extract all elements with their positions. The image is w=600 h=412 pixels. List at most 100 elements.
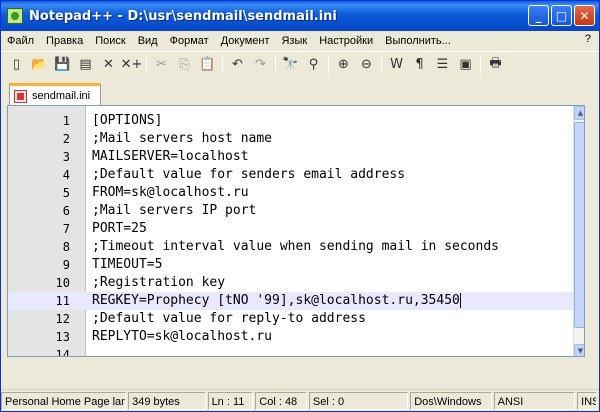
line-text: ;Mail servers host name [92,131,273,146]
status-bar: Personal Home Page lang 349 bytes Ln : 1… [1,389,599,411]
code-line[interactable]: 6 ;Mail servers IP port [8,202,584,220]
word-wrap-icon[interactable]: W [385,54,408,76]
window-title: Notepad++ - D:\usr\sendmail\sendmail.ini [29,8,337,24]
editor-lines: 1 [OPTIONS] 2 ;Mail servers host name 3 MAI… [8,112,584,357]
toolbar-separator [275,55,276,74]
menu-bar: Файл Правка Поиск Вид Формат Документ Яз… [1,31,599,50]
line-text: FROM=sk@localhost.ru [92,185,249,200]
code-line[interactable]: 9 TIMEOUT=5 [8,256,584,274]
menu-search[interactable]: Поиск [89,35,131,47]
line-text: TIMEOUT=5 [92,257,163,272]
menu-edit[interactable]: Правка [40,35,89,47]
toolbar: ▯ 📂 💾 ▤ ✕ ✕+ ✂ ⎘ 📋 ↶ ↷ 🔭 ⚲ ⊕ ⊖ W ¶ ☰ ▣ 🖶 [1,51,599,77]
menu-help[interactable]: ? [585,33,591,45]
line-number: 5 [62,186,70,200]
code-line[interactable]: 8 ;Timeout interval value when sending ma… [8,238,584,256]
status-encoding: ANSI [493,391,576,410]
undo-icon[interactable]: ↶ [226,54,249,76]
indent-guide-icon[interactable]: ☰ [431,54,454,76]
new-file-icon[interactable]: ▯ [5,54,28,76]
menu-language[interactable]: Язык [275,35,313,47]
line-number: 2 [62,132,70,146]
line-number: 14 [55,348,70,357]
redo-icon[interactable]: ↷ [249,54,272,76]
line-text: REPLYTO=sk@localhost.ru [92,329,273,344]
line-number: 8 [62,240,70,254]
save-icon[interactable]: 💾 [51,54,74,76]
minimize-button[interactable]: _ [528,5,549,26]
line-text: ;Default value for reply-to address [92,311,366,326]
zoom-in-icon[interactable]: ⊕ [332,54,355,76]
code-line[interactable]: 3 MAILSERVER=localhost [8,148,584,166]
status-eol-format: Dos\Windows [410,391,492,410]
show-all-chars-icon[interactable]: ¶ [408,54,431,76]
line-text: MAILSERVER=localhost [92,149,249,164]
paste-icon[interactable]: 📋 [196,54,219,76]
line-number: 9 [62,258,70,272]
window-controls: _ □ ✕ [528,5,595,26]
code-line[interactable]: 7 PORT=25 [8,220,584,238]
line-text: ;Mail servers IP port [92,203,257,218]
code-line[interactable]: 1 [OPTIONS] [8,112,584,130]
status-selection: Sel : 0 [308,391,409,410]
notepad-window: Notepad++ - D:\usr\sendmail\sendmail.ini… [0,0,600,412]
find-icon[interactable]: 🔭 [279,54,302,76]
title-bar[interactable]: Notepad++ - D:\usr\sendmail\sendmail.ini… [1,1,599,31]
code-line[interactable]: 14 [8,346,584,357]
notepad-app-icon[interactable] [7,8,23,24]
zoom-out-icon[interactable]: ⊖ [355,54,378,76]
current-code-line[interactable]: 11 REGKEY=Prophecy [tNO '99],sk@localhost… [8,292,584,310]
line-text: ;Registration key [92,275,226,290]
line-text: [OPTIONS] [92,113,163,128]
code-line[interactable]: 4 ;Default value for senders email addres… [8,166,584,184]
vertical-scrollbar[interactable]: ▲ ▼ [573,106,584,356]
close-all-icon[interactable]: ✕+ [120,54,143,76]
line-text: ;Default value for senders email address [92,167,406,182]
copy-icon[interactable]: ⎘ [173,54,196,76]
maximize-button[interactable]: □ [551,5,572,26]
line-number: 4 [62,168,70,182]
toolbar-separator [381,55,382,74]
menu-view[interactable]: Вид [132,35,164,47]
cut-icon[interactable]: ✂ [150,54,173,76]
line-text: ;Timeout interval value when sending mai… [92,239,499,254]
menu-format[interactable]: Формат [164,35,215,47]
menu-settings[interactable]: Настройки [313,35,379,47]
open-file-icon[interactable]: 📂 [28,54,51,76]
menu-run[interactable]: Выполнить... [379,35,457,47]
code-line[interactable]: 10 ;Registration key [8,274,584,292]
line-text: PORT=25 [92,221,147,236]
menu-document[interactable]: Документ [215,35,276,47]
editor-area[interactable]: 1 [OPTIONS] 2 ;Mail servers host name 3 MAI… [7,105,585,357]
line-number: 10 [55,276,70,290]
status-line: Ln : 11 [207,391,254,410]
line-number: 3 [62,150,70,164]
toolbar-separator [480,55,481,74]
code-line[interactable]: 12 ;Default value for reply-to address [8,310,584,328]
scroll-thumb[interactable] [574,122,584,328]
status-column: Col : 48 [255,391,307,410]
close-icon[interactable]: ✕ [97,54,120,76]
code-line[interactable]: 13 REPLYTO=sk@localhost.ru [8,328,584,346]
scroll-down-arrow-icon[interactable]: ▼ [574,344,584,356]
unsaved-file-icon [14,89,27,103]
scroll-up-arrow-icon[interactable]: ▲ [574,106,584,120]
text-caret [459,293,461,308]
code-line[interactable]: 2 ;Mail servers host name [8,130,584,148]
status-file-size: 349 bytes [128,391,206,410]
line-number: 6 [62,204,70,218]
line-number: 1 [62,114,70,128]
replace-icon[interactable]: ⚲ [302,54,325,76]
close-button[interactable]: ✕ [574,5,595,26]
tab-sendmail-ini[interactable]: sendmail.ini [9,83,101,106]
status-language: Personal Home Page lang [1,391,127,410]
doc-map-icon[interactable]: ▣ [454,54,477,76]
code-line[interactable]: 5 FROM=sk@localhost.ru [8,184,584,202]
print-icon[interactable]: 🖶 [484,54,507,76]
line-number: 13 [55,330,70,344]
line-text-with-caret: REGKEY=Prophecy [tNO '99],sk@localhost.r… [92,292,461,310]
menu-file[interactable]: Файл [1,35,40,47]
toolbar-separator [328,55,329,74]
line-number: 7 [62,222,70,236]
save-all-icon[interactable]: ▤ [74,54,97,76]
